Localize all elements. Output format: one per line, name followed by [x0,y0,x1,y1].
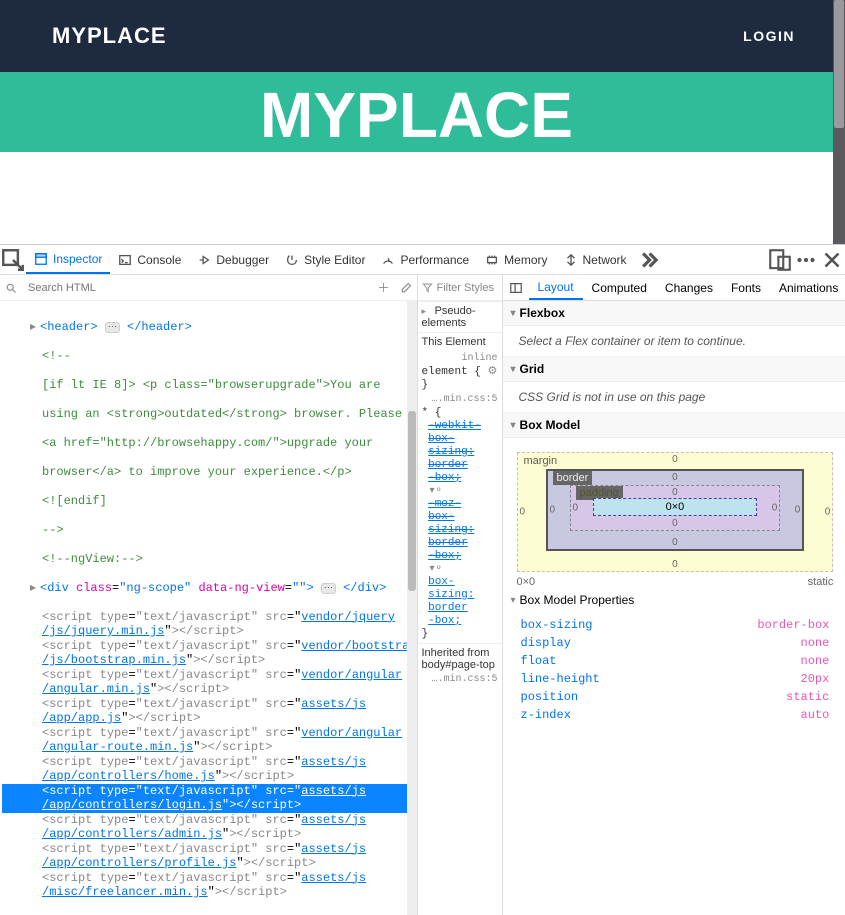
responsive-mode-icon[interactable] [767,245,793,274]
page-viewport: MYPLACE LOGIN MYPLACE [0,0,845,244]
login-link[interactable]: LOGIN [743,28,795,44]
dom-script-node[interactable]: <script type="text/javascript" src="asse… [2,842,417,871]
boxmodel-section-header[interactable]: ▾Box Model [503,413,845,438]
tab-debugger[interactable]: Debugger [189,245,277,274]
more-menu-icon[interactable] [793,245,819,274]
eyedropper-icon[interactable] [395,282,417,294]
dom-script-node[interactable]: <script type="text/javascript" src="vend… [2,726,417,755]
tab-console-label: Console [137,253,181,267]
layout-tab-fonts[interactable]: Fonts [722,275,770,300]
layout-tab-layout[interactable]: Layout [529,275,583,300]
overflow-tabs-icon[interactable] [635,245,661,274]
layout-tab-computed[interactable]: Computed [583,275,656,300]
boxmodel-dim: 0×0 [517,576,536,588]
boxmodel-prop-row: floatnone [517,652,834,670]
tab-console[interactable]: Console [110,245,189,274]
tab-network-label: Network [583,253,627,267]
add-element-icon[interactable]: ＋ [373,279,395,296]
dom-tree[interactable]: ▸<<header>header> ⋯ </header> <!-- [if l… [0,301,417,915]
search-icon [0,282,22,294]
site-header: MYPLACE LOGIN [0,0,833,72]
close-devtools-icon[interactable] [819,245,845,274]
boxmodel-prop-row: displaynone [517,634,834,652]
box-model-diagram: margin 0 0 0 0 border 0 0 0 0 [503,438,845,572]
tab-memory[interactable]: Memory [477,245,555,274]
html-search-input[interactable] [22,275,373,300]
boxmodel-prop-row: line-height20px [517,670,834,688]
flexbox-section-header[interactable]: ▾Flexbox [503,301,845,326]
html-search-row: ＋ [0,275,417,301]
layout-tab-animations[interactable]: Animations [770,275,845,300]
dom-script-node[interactable]: <script type="text/javascript" src="asse… [2,755,417,784]
layout-panel: Layout Computed Changes Fonts Animations… [503,275,845,915]
boxmodel-prop-row: positionstatic [517,688,834,706]
dom-script-node[interactable]: <script type="text/javascript" src="asse… [2,784,417,813]
flexbox-message: Select a Flex container or item to conti… [503,326,845,357]
tab-performance[interactable]: Performance [373,245,477,274]
tab-performance-label: Performance [400,253,469,267]
tab-style-editor[interactable]: Style Editor [277,245,373,274]
tab-network[interactable]: Network [556,245,635,274]
tab-memory-label: Memory [504,253,547,267]
tab-style-editor-label: Style Editor [304,253,365,267]
dom-script-node[interactable]: <script type="text/javascript" src="vend… [2,610,417,639]
hero-title: MYPLACE [260,78,573,152]
html-panel: ＋ ▸<<header>header> ⋯ </header> <!-- [if… [0,275,418,915]
grid-section-header[interactable]: ▾Grid [503,357,845,382]
layout-pane-toggle-icon[interactable] [503,281,529,295]
pick-element-icon[interactable] [0,245,26,274]
dom-script-node[interactable]: <script type="text/javascript" src="asse… [2,813,417,842]
tab-inspector[interactable]: Inspector [26,245,110,274]
hero-banner: MYPLACE [0,72,833,152]
devtools-tabs: Inspector Console Debugger Style Editor … [0,245,845,275]
dom-script-node[interactable]: <script type="text/javascript" src="asse… [2,871,417,900]
brand-logo[interactable]: MYPLACE [52,23,167,49]
rules-panel: Filter Styles ▸ Pseudo-elements This Ele… [418,275,503,915]
tab-inspector-label: Inspector [53,252,102,266]
page-scrollbar[interactable] [833,0,845,244]
tab-debugger-label: Debugger [216,253,269,267]
dom-script-node[interactable]: <script type="text/javascript" src="vend… [2,668,417,697]
dom-script-node[interactable]: <script type="text/javascript" src="asse… [2,697,417,726]
boxmodel-props-header[interactable]: ▾Box Model Properties [503,588,845,612]
filter-styles-label[interactable]: Filter Styles [437,282,494,294]
boxmodel-position: static [808,576,834,588]
devtools-panel: Inspector Console Debugger Style Editor … [0,244,845,915]
boxmodel-prop-row: box-sizingborder-box [517,616,834,634]
boxmodel-props-list: box-sizingborder-boxdisplaynonefloatnone… [503,612,845,738]
layout-tab-changes[interactable]: Changes [656,275,722,300]
boxmodel-prop-row: z-indexauto [517,706,834,724]
grid-message: CSS Grid is not in use on this page [503,382,845,413]
dom-script-node[interactable]: <script type="text/javascript" src="vend… [2,639,417,668]
hero-below-space [0,152,833,244]
html-tree-scrollbar-v[interactable] [407,301,417,915]
